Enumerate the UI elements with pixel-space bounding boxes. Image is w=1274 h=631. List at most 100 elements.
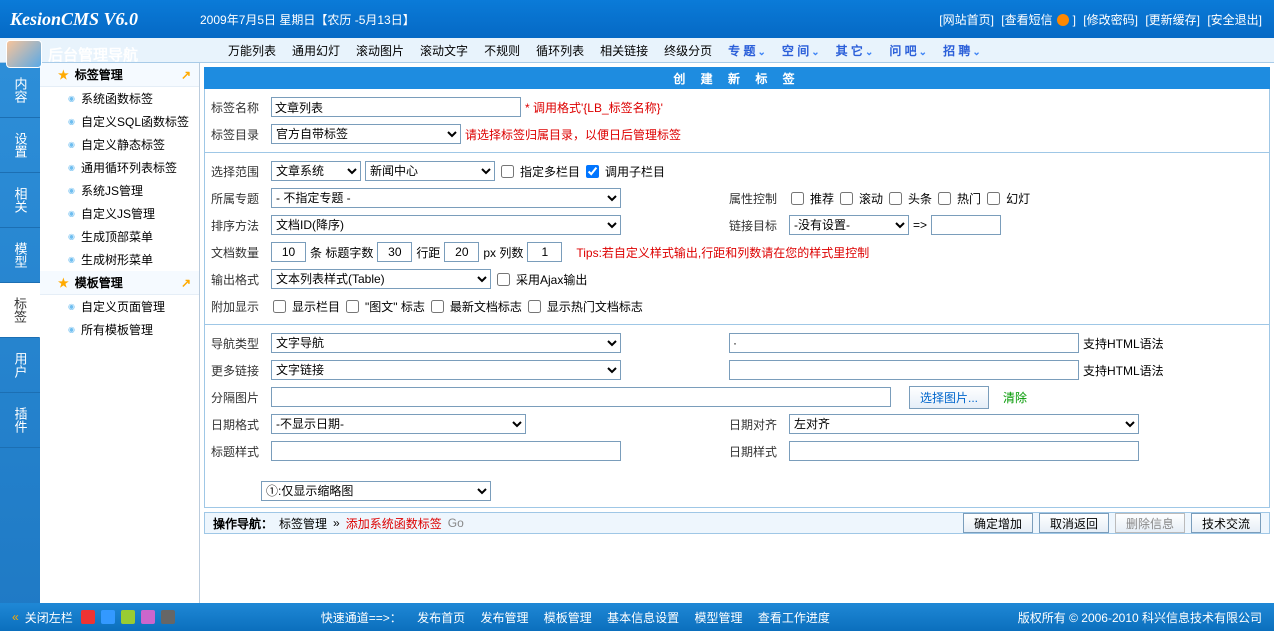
message-icon[interactable] (1057, 14, 1069, 26)
input-titlelen[interactable] (377, 242, 412, 262)
cb-attr-rec[interactable] (791, 192, 804, 205)
quick-link[interactable]: 模型管理 (695, 611, 743, 625)
select-topic[interactable]: - 不指定专题 - (271, 188, 621, 208)
select-output[interactable]: 文本列表样式(Table) (271, 269, 491, 289)
sidebar-item[interactable]: 自定义SQL函数标签 (40, 110, 199, 133)
sidebar-item[interactable]: 所有模板管理 (40, 318, 199, 341)
select-range1[interactable]: 文章系统 (271, 161, 361, 181)
navtab[interactable]: 空 间⌄ (782, 42, 820, 59)
cb-ex2[interactable] (346, 300, 359, 313)
close-left-link[interactable]: 关闭左栏 (25, 609, 73, 626)
quick-link[interactable]: 发布管理 (480, 611, 528, 625)
select-navtype[interactable]: 文字导航 (271, 333, 621, 353)
select-range2[interactable]: 新闻中心 (365, 161, 495, 181)
select-dir[interactable]: 官方自带标签 (271, 124, 461, 144)
cb-attr-scroll[interactable] (840, 192, 853, 205)
navtab[interactable]: 相关链接 (600, 42, 648, 59)
delete-info-button[interactable]: 删除信息 (1115, 513, 1185, 533)
sidebar-item[interactable]: 系统JS管理 (40, 179, 199, 202)
lefttab-tags[interactable]: 标签 (0, 283, 41, 338)
input-linegap[interactable] (444, 242, 479, 262)
chevron-down-icon: ⌄ (865, 47, 873, 58)
cb-attr-slide[interactable] (987, 192, 1000, 205)
input-count[interactable] (271, 242, 306, 262)
input-sepimg[interactable] (271, 387, 891, 407)
select-sort[interactable]: 文档ID(降序) (271, 215, 621, 235)
tech-support-button[interactable]: 技术交流 (1191, 513, 1261, 533)
input-titlestyle[interactable] (271, 441, 621, 461)
input-tag-name[interactable] (271, 97, 521, 117)
lefttab-plugins[interactable]: 插件 (0, 393, 40, 448)
label-ajax: 采用Ajax输出 (516, 271, 587, 288)
link-messages[interactable]: [查看短信 (1001, 13, 1052, 27)
navtab[interactable]: 滚动文字 (420, 42, 468, 59)
lefttab-content[interactable]: 内容 (0, 63, 40, 118)
label-navtype: 导航类型 (211, 335, 267, 352)
lefttab-users[interactable]: 用户 (0, 338, 40, 393)
link-home[interactable]: [网站首页] (939, 13, 994, 27)
sidebar-item[interactable]: 生成顶部菜单 (40, 225, 199, 248)
label-topic: 所属专题 (211, 190, 267, 207)
status-icon (121, 610, 135, 624)
cb-ajax[interactable] (497, 273, 510, 286)
navtab[interactable]: 滚动图片 (356, 42, 404, 59)
attr-hot: 热门 (957, 190, 981, 207)
select-linktarget[interactable]: -没有设置- (789, 215, 909, 235)
sidebar-item[interactable]: 自定义JS管理 (40, 202, 199, 225)
sidebar-item[interactable]: 生成树形菜单 (40, 248, 199, 271)
pick-image-button[interactable]: 选择图片... (909, 386, 989, 409)
cb-ex3[interactable] (431, 300, 444, 313)
navtab[interactable]: 问 吧⌄ (889, 42, 927, 59)
input-datestyle[interactable] (789, 441, 1139, 461)
quick-link[interactable]: 查看工作进度 (758, 611, 830, 625)
navtab[interactable]: 万能列表 (228, 42, 276, 59)
navtab[interactable]: 终级分页 (664, 42, 712, 59)
input-linktarget-extra[interactable] (931, 215, 1001, 235)
sidebar-item[interactable]: 自定义静态标签 (40, 133, 199, 156)
cb-sub-column[interactable] (586, 165, 599, 178)
collapse-icon[interactable]: « (12, 610, 19, 624)
breadcrumb-b[interactable]: 添加系统函数标签 (346, 515, 442, 532)
cancel-back-button[interactable]: 取消返回 (1039, 513, 1109, 533)
navtab[interactable]: 通用幻灯 (292, 42, 340, 59)
sidebar-group-templates[interactable]: 模板管理↗ (40, 271, 199, 295)
link-password[interactable]: [修改密码] (1083, 13, 1138, 27)
label-titlestyle: 标题样式 (211, 443, 267, 460)
navtab[interactable]: 循环列表 (536, 42, 584, 59)
cb-ex4[interactable] (528, 300, 541, 313)
navtab[interactable]: 招 聘⌄ (943, 42, 981, 59)
select-datealign[interactable]: 左对齐 (789, 414, 1139, 434)
link-refresh-cache[interactable]: [更新缓存] (1145, 13, 1200, 27)
navtab[interactable]: 专 题⌄ (728, 42, 766, 59)
clear-link[interactable]: 清除 (1003, 389, 1027, 406)
cb-attr-hot[interactable] (938, 192, 951, 205)
lefttab-related[interactable]: 相关 (0, 173, 40, 228)
select-morelink[interactable]: 文字链接 (271, 360, 621, 380)
cb-ex1[interactable] (273, 300, 286, 313)
quick-link[interactable]: 基本信息设置 (607, 611, 679, 625)
lefttab-settings[interactable]: 设置 (0, 118, 40, 173)
input-morelink-text[interactable] (729, 360, 1079, 380)
attr-slide: 幻灯 (1006, 190, 1030, 207)
date-text: 2009年7月5日 星期日【农历 -5月13日】 (200, 11, 415, 28)
breadcrumb-a[interactable]: 标签管理 (279, 515, 327, 532)
link-logout[interactable]: [安全退出] (1207, 13, 1262, 27)
input-cols[interactable] (527, 242, 562, 262)
sidebar-item[interactable]: 自定义页面管理 (40, 295, 199, 318)
select-thumb-option[interactable]: ①:仅显示缩略图 (261, 481, 491, 501)
label-datefmt: 日期格式 (211, 416, 267, 433)
select-datefmt[interactable]: -不显示日期- (271, 414, 526, 434)
navtab[interactable]: 其 它⌄ (836, 42, 874, 59)
hint-dir: 请选择标签归属目录，以便日后管理标签 (465, 126, 681, 143)
quick-link[interactable]: 发布首页 (417, 611, 465, 625)
cb-multi-column[interactable] (501, 165, 514, 178)
input-navhint[interactable] (729, 333, 1079, 353)
sidebar-item[interactable]: 系统函数标签 (40, 87, 199, 110)
cb-attr-head[interactable] (889, 192, 902, 205)
lefttab-model[interactable]: 模型 (0, 228, 40, 283)
confirm-add-button[interactable]: 确定增加 (963, 513, 1033, 533)
navtab[interactable]: 不规则 (484, 42, 520, 59)
label-sub-column: 调用子栏目 (605, 163, 665, 180)
quick-link[interactable]: 模板管理 (544, 611, 592, 625)
sidebar-item[interactable]: 通用循环列表标签 (40, 156, 199, 179)
